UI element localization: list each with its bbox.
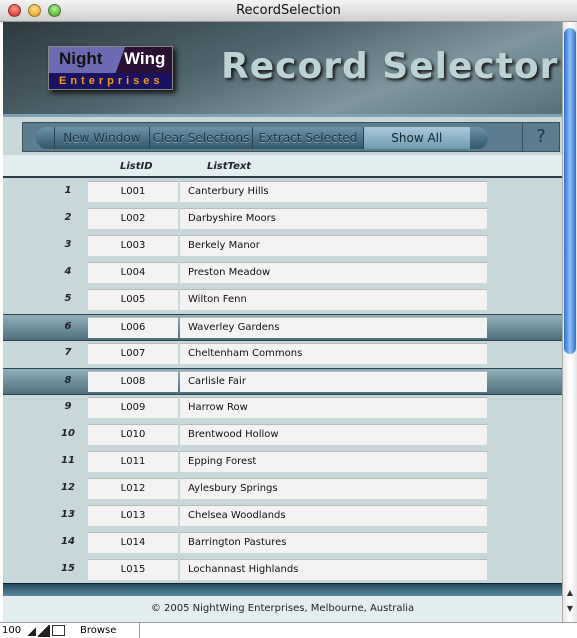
- close-button[interactable]: [8, 4, 21, 17]
- row-number: 8: [64, 375, 72, 386]
- window-title: RecordSelection: [236, 3, 341, 18]
- table-row[interactable]: 6 L006 Waverley Gardens: [3, 314, 562, 341]
- listtext-field[interactable]: Barrington Pastures: [180, 532, 487, 553]
- listtext-field[interactable]: Waverley Gardens: [180, 317, 487, 338]
- scrollbar-thumb[interactable]: [564, 28, 576, 354]
- table-row[interactable]: 3 L003 Berkely Manor: [3, 233, 562, 260]
- row-number: 3: [64, 239, 72, 250]
- row-number: 6: [64, 321, 72, 332]
- table-row[interactable]: 15 L015 Lochannast Highlands: [3, 557, 562, 584]
- listid-field[interactable]: L006: [88, 317, 178, 338]
- listtext-field[interactable]: Canterbury Hills: [180, 181, 487, 202]
- logo-text: Wing: [124, 49, 166, 68]
- row-number: 11: [61, 455, 75, 466]
- listtext-field[interactable]: Wilton Fenn: [180, 289, 487, 310]
- listid-field[interactable]: L015: [88, 559, 178, 580]
- scroll-up-arrow[interactable]: ▲: [563, 588, 577, 597]
- table-row[interactable]: 4 L004 Preston Meadow: [3, 260, 562, 287]
- listid-field[interactable]: L008: [88, 371, 178, 392]
- listid-field[interactable]: L003: [88, 235, 178, 256]
- column-header: ListID ListText: [3, 155, 562, 178]
- layout-content: Night Wing Enterprises Record Selector N…: [3, 22, 562, 622]
- row-number: 12: [61, 482, 75, 493]
- toolbar-button-clear-selections[interactable]: Clear Selections: [148, 127, 253, 149]
- listtext-field[interactable]: Lochannast Highlands: [180, 559, 487, 580]
- header-banner: Night Wing Enterprises Record Selector: [3, 22, 562, 117]
- footer-bar: [3, 583, 562, 596]
- listid-field[interactable]: L004: [88, 262, 178, 283]
- listtext-field[interactable]: Chelsea Woodlands: [180, 505, 487, 526]
- table-row[interactable]: 11 L011 Epping Forest: [3, 449, 562, 476]
- row-number: 15: [61, 563, 75, 574]
- row-number: 13: [61, 509, 75, 520]
- footer-copyright: © 2005 NightWing Enterprises, Melbourne,…: [3, 596, 562, 622]
- page-title: Record Selector: [221, 46, 559, 87]
- button-group: New Window Clear Selections Extract Select…: [36, 127, 488, 149]
- row-number: 1: [64, 185, 72, 196]
- listid-field[interactable]: L012: [88, 478, 178, 499]
- table-row[interactable]: 10 L010 Brentwood Hollow: [3, 422, 562, 449]
- table-row[interactable]: 1 L001 Canterbury Hills: [3, 179, 562, 206]
- toolbar: New Window Clear Selections Extract Select…: [22, 122, 560, 152]
- listid-field[interactable]: L002: [88, 208, 178, 229]
- table-row[interactable]: 8 L008 Carlisle Fair: [3, 368, 562, 395]
- listid-field[interactable]: L013: [88, 505, 178, 526]
- column-listtext: ListText: [207, 161, 252, 172]
- listtext-field[interactable]: Aylesbury Springs: [180, 478, 487, 499]
- zoom-button[interactable]: [48, 4, 61, 17]
- logo-text: Night: [59, 49, 103, 68]
- table-row[interactable]: 5 L005 Wilton Fenn: [3, 287, 562, 314]
- scroll-down-arrow[interactable]: ▼: [563, 604, 577, 613]
- toolbar-button-show-all[interactable]: Show All: [362, 127, 470, 149]
- table-row[interactable]: 9 L009 Harrow Row: [3, 395, 562, 422]
- table-row[interactable]: 14 L014 Barrington Pastures: [3, 530, 562, 557]
- status-area-toggle-icon[interactable]: [52, 625, 65, 636]
- listtext-field[interactable]: Preston Meadow: [180, 262, 487, 283]
- row-number: 9: [64, 401, 72, 412]
- mode-indicator[interactable]: Browse: [68, 623, 140, 638]
- toolbar-button-extract-selected[interactable]: Extract Selected: [252, 127, 362, 149]
- listid-field[interactable]: L009: [88, 397, 178, 418]
- row-number: 5: [64, 293, 72, 304]
- listid-field[interactable]: L011: [88, 451, 178, 472]
- listtext-field[interactable]: Harrow Row: [180, 397, 487, 418]
- zoom-in-icon[interactable]: [38, 625, 50, 637]
- row-number: 2: [64, 212, 72, 223]
- column-listid: ListID: [120, 161, 153, 172]
- listtext-field[interactable]: Carlisle Fair: [180, 371, 487, 392]
- nightwing-logo: Night Wing Enterprises: [48, 46, 173, 90]
- listid-field[interactable]: L010: [88, 424, 178, 445]
- table-row[interactable]: 2 L002 Darbyshire Moors: [3, 206, 562, 233]
- listtext-field[interactable]: Berkely Manor: [180, 235, 487, 256]
- listid-field[interactable]: L001: [88, 181, 178, 202]
- table-row[interactable]: 13 L013 Chelsea Woodlands: [3, 503, 562, 530]
- vertical-scrollbar[interactable]: ▲ ▼: [562, 22, 577, 622]
- row-number: 10: [61, 428, 75, 439]
- row-number: 14: [61, 536, 75, 547]
- table-row[interactable]: 12 L012 Aylesbury Springs: [3, 476, 562, 503]
- zoom-level[interactable]: 100: [2, 623, 21, 638]
- zoom-out-icon[interactable]: [24, 626, 36, 636]
- listtext-field[interactable]: Brentwood Hollow: [180, 424, 487, 445]
- listid-field[interactable]: L005: [88, 289, 178, 310]
- table-row[interactable]: 7 L007 Cheltenham Commons: [3, 341, 562, 368]
- row-number: 4: [64, 266, 72, 277]
- listtext-field[interactable]: Darbyshire Moors: [180, 208, 487, 229]
- status-bar: 100 Browse: [0, 622, 577, 638]
- title-bar: RecordSelection: [0, 0, 577, 22]
- row-number: 7: [64, 347, 72, 358]
- listid-field[interactable]: L007: [88, 343, 178, 364]
- listtext-field[interactable]: Epping Forest: [180, 451, 487, 472]
- listid-field[interactable]: L014: [88, 532, 178, 553]
- minimize-button[interactable]: [28, 4, 41, 17]
- logo-subtext: Enterprises: [49, 73, 172, 89]
- toolbar-button-new-window[interactable]: New Window: [54, 127, 149, 149]
- listtext-field[interactable]: Cheltenham Commons: [180, 343, 487, 364]
- help-button[interactable]: ?: [522, 123, 559, 151]
